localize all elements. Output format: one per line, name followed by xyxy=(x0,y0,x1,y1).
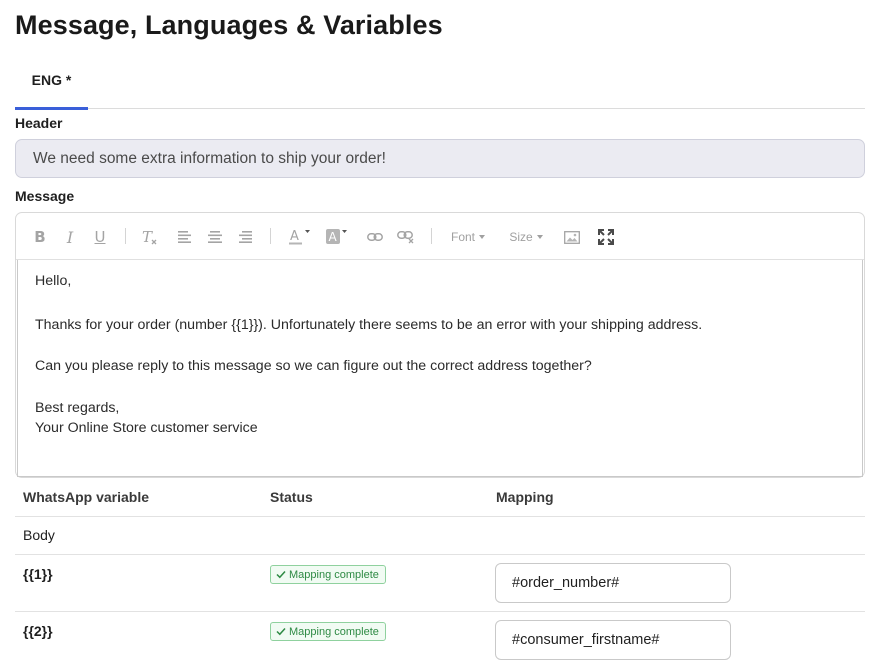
check-icon xyxy=(276,570,286,579)
mapping-input[interactable]: #consumer_firstname# xyxy=(495,620,731,660)
variable-name: {{1}} xyxy=(23,566,53,582)
svg-text:T: T xyxy=(142,228,153,246)
toolbar-separator xyxy=(431,228,432,244)
check-icon xyxy=(276,627,286,636)
header-field[interactable]: We need some extra information to ship y… xyxy=(15,139,865,178)
message-line: Your Online Store customer service xyxy=(35,420,258,436)
row-divider xyxy=(15,611,865,612)
header-field-value: We need some extra information to ship y… xyxy=(33,149,386,167)
toolbar-separator xyxy=(125,228,126,244)
font-dropdown-label: Font xyxy=(450,230,475,244)
align-left-icon[interactable] xyxy=(178,227,192,247)
tab-eng[interactable]: ENG * xyxy=(15,62,88,110)
clear-format-icon[interactable]: T xyxy=(141,227,159,247)
svg-text:A: A xyxy=(290,229,299,244)
row-divider xyxy=(15,554,865,555)
message-line: Hello, xyxy=(35,273,72,289)
page-title: Message, Languages & Variables xyxy=(15,10,443,40)
status-badge-label: Mapping complete xyxy=(289,568,379,581)
toolbar-separator xyxy=(270,228,271,244)
row-divider xyxy=(15,516,865,517)
header-label: Header xyxy=(15,115,63,131)
mapping-input-value: #order_number# xyxy=(512,575,620,591)
message-line: Thanks for your order (number {{1}}). Un… xyxy=(35,317,703,333)
message-body[interactable]: Hello, Thanks for your order (number {{1… xyxy=(17,260,863,477)
message-editor: B I U T A A Font Size Hello, Thanks for … xyxy=(15,212,865,478)
column-header-mapping: Mapping xyxy=(496,489,554,505)
svg-text:A: A xyxy=(329,230,338,244)
message-line: Best regards, xyxy=(35,400,120,416)
mapping-input[interactable]: #order_number# xyxy=(495,563,731,603)
image-icon[interactable] xyxy=(564,227,580,247)
highlight-color-icon[interactable]: A xyxy=(325,227,349,247)
column-header-status: Status xyxy=(270,489,313,505)
font-dropdown[interactable]: Font xyxy=(448,227,488,247)
unlink-icon[interactable] xyxy=(397,227,415,247)
language-tabs: ENG * xyxy=(15,62,865,110)
italic-icon[interactable]: I xyxy=(62,227,78,247)
editor-toolbar: B I U T A A Font Size xyxy=(16,213,864,260)
align-right-icon[interactable] xyxy=(238,227,252,247)
column-header-variable: WhatsApp variable xyxy=(23,489,150,505)
chevron-down-icon xyxy=(479,235,485,239)
message-line: Can you please reply to this message so … xyxy=(35,358,592,374)
mapping-input-value: #consumer_firstname# xyxy=(512,632,660,648)
size-dropdown[interactable]: Size xyxy=(506,227,546,247)
underline-icon[interactable]: U xyxy=(92,227,108,247)
message-label: Message xyxy=(15,188,75,204)
text-color-icon[interactable]: A xyxy=(288,227,312,247)
status-badge: Mapping complete xyxy=(270,622,386,641)
bold-icon[interactable]: B xyxy=(32,227,48,247)
align-center-icon[interactable] xyxy=(208,227,222,247)
size-dropdown-label: Size xyxy=(509,230,533,244)
variable-name: {{2}} xyxy=(23,623,53,639)
link-icon[interactable] xyxy=(367,227,383,247)
group-label-body: Body xyxy=(23,527,55,543)
status-badge: Mapping complete xyxy=(270,565,386,584)
status-badge-label: Mapping complete xyxy=(289,625,379,638)
fullscreen-icon[interactable] xyxy=(598,227,614,247)
chevron-down-icon xyxy=(536,235,543,239)
